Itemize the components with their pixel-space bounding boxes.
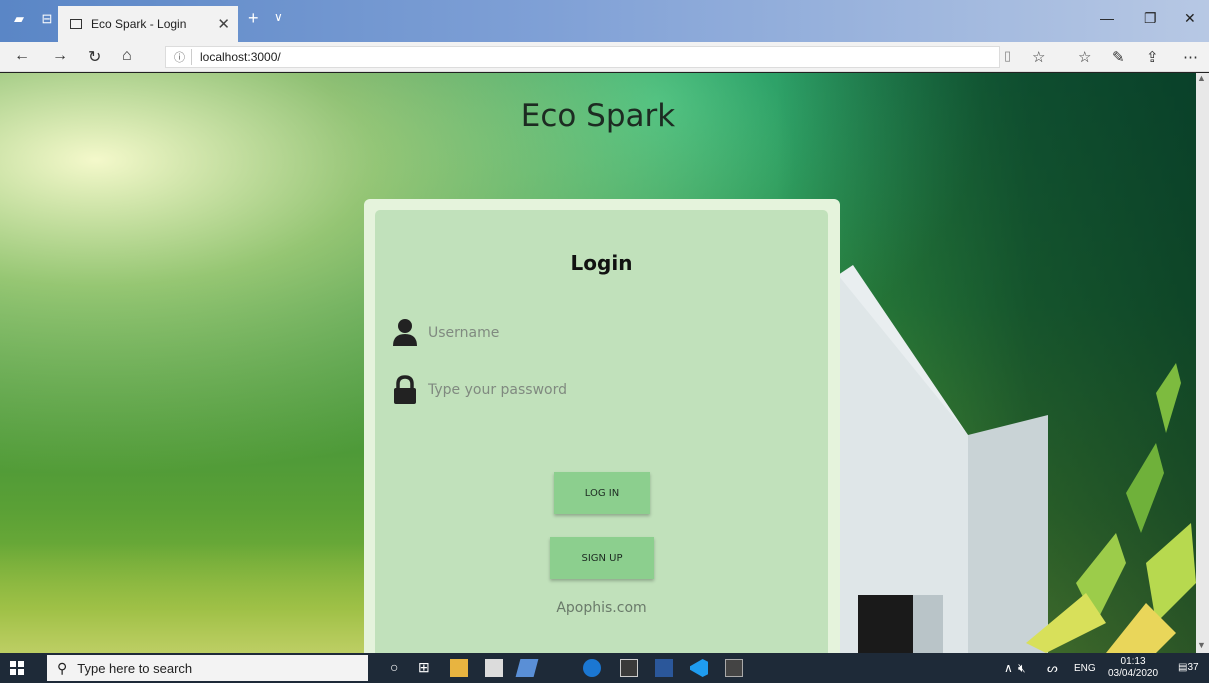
tab-title: Eco Spark - Login <box>91 17 187 31</box>
file-explorer-icon[interactable] <box>450 659 468 677</box>
login-card-frame: Login LOG IN SIGN UP Apophis.com <box>364 199 840 653</box>
network-icon[interactable]: ᔕ <box>1047 661 1058 675</box>
taskbar-clock[interactable]: 01:13 03/04/2020 <box>1108 656 1158 680</box>
close-tab-icon[interactable]: ✕ <box>217 15 230 33</box>
close-window-icon[interactable]: ✕ <box>1184 10 1196 27</box>
set-tabs-aside-icon[interactable]: ⊟ <box>34 8 60 30</box>
password-input[interactable] <box>428 382 808 398</box>
show-hidden-icons-icon[interactable]: ∧ <box>1004 661 1013 675</box>
notepad-icon[interactable] <box>515 659 539 677</box>
background-grass <box>0 543 380 653</box>
clock-date: 03/04/2020 <box>1108 668 1159 679</box>
reading-view-icon[interactable]: ▯ <box>1004 48 1011 64</box>
site-title: Eco Spark <box>520 98 676 134</box>
forward-icon[interactable]: → <box>52 47 68 65</box>
site-info-icon[interactable]: ⓘ <box>174 49 192 65</box>
tab-eco-spark-login[interactable]: Eco Spark - Login ✕ <box>58 6 238 42</box>
store-icon[interactable] <box>485 659 503 677</box>
user-icon <box>393 319 417 346</box>
web-page: Eco Spark Login LOG IN SIGN UP Apophi <box>0 73 1196 653</box>
share-icon[interactable]: ⇪ <box>1146 48 1159 66</box>
notifications-icon[interactable]: ▤37 <box>1178 662 1199 673</box>
chevron-down-icon[interactable]: ∨ <box>274 10 283 24</box>
pen-icon[interactable]: ✎ <box>1112 48 1125 66</box>
address-bar[interactable]: ⓘ <box>165 46 1000 68</box>
task-view-icon[interactable]: ⊞ <box>418 659 430 676</box>
windows-start-icon[interactable] <box>10 661 24 675</box>
taskbar-search[interactable]: ⚲ <box>47 655 368 681</box>
language-indicator[interactable]: ENG <box>1074 663 1096 674</box>
app-window-icon[interactable] <box>725 659 743 677</box>
terminal-icon[interactable] <box>620 659 638 677</box>
cortana-icon[interactable]: ○ <box>390 659 398 675</box>
notification-count: 37 <box>1187 662 1199 673</box>
scroll-down-icon[interactable]: ▼ <box>1197 640 1206 650</box>
back-icon[interactable]: ← <box>14 47 30 65</box>
volume-muted-icon[interactable]: 🔇︎ <box>1018 661 1026 676</box>
more-icon[interactable]: ⋯ <box>1183 48 1198 66</box>
login-button[interactable]: LOG IN <box>554 472 650 514</box>
restore-icon[interactable]: ❐ <box>1144 10 1157 27</box>
favorites-list-icon[interactable]: ☆ <box>1078 48 1091 66</box>
edge-browser-icon[interactable] <box>583 659 601 677</box>
signup-button[interactable]: SIGN UP <box>550 537 654 579</box>
tab-actions-icon[interactable]: ▰ <box>6 8 32 30</box>
leaves-illustration <box>1026 363 1196 653</box>
browser-navbar: ← → ↻ ⌂ ⓘ ▯ ☆ ☆ ✎ ⇪ ⋯ <box>0 42 1209 72</box>
favorite-star-icon[interactable]: ☆ <box>1032 48 1045 66</box>
search-icon: ⚲ <box>57 659 68 676</box>
new-tab-icon[interactable]: + <box>248 8 259 29</box>
url-input[interactable] <box>200 50 900 64</box>
clock-time: 01:13 <box>1120 656 1146 667</box>
minimize-icon[interactable]: — <box>1100 10 1114 26</box>
windows-taskbar: ⚲ ○ ⊞ ∧ 🔇︎ ᔕ ENG 01:13 03/04/2020 ▤37 <box>0 653 1209 683</box>
taskbar-search-input[interactable] <box>77 660 338 676</box>
refresh-icon[interactable]: ↻ <box>88 47 101 67</box>
footer-brand: Apophis.com <box>556 600 647 616</box>
lock-icon <box>394 375 416 404</box>
vscode-icon[interactable] <box>690 659 708 677</box>
home-icon[interactable]: ⌂ <box>122 47 132 65</box>
username-input[interactable] <box>428 325 808 341</box>
login-card: Login LOG IN SIGN UP Apophis.com <box>375 210 828 653</box>
password-row <box>392 373 812 407</box>
page-favicon-icon <box>70 19 82 29</box>
page-scrollbar[interactable] <box>1196 73 1209 653</box>
scroll-up-icon[interactable]: ▲ <box>1197 73 1206 83</box>
username-row <box>392 316 812 350</box>
word-icon[interactable] <box>655 659 673 677</box>
browser-titlebar: ▰ ⊟ Eco Spark - Login ✕ + ∨ — ❐ ✕ <box>0 0 1209 42</box>
login-heading: Login <box>570 251 633 275</box>
